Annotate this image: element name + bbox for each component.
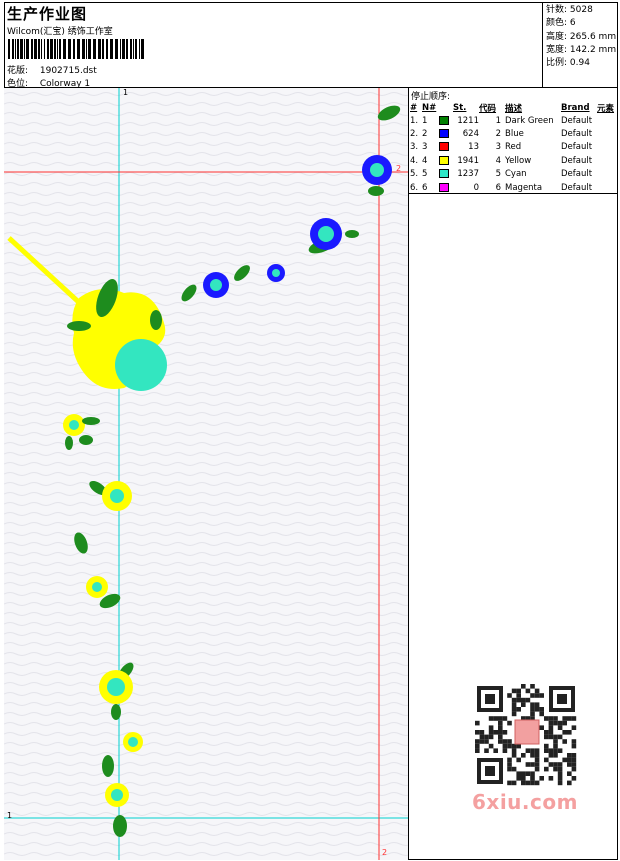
color-swatch <box>439 169 449 179</box>
leaf <box>150 310 162 330</box>
header: 生产作业图 Wilcom(汇宝) 绣饰工作室 花版: 1902715.dst 色… <box>4 2 618 89</box>
leaf <box>368 186 384 196</box>
qr-code <box>471 680 581 790</box>
design-file-line: 花版: 1902715.dst <box>7 63 97 76</box>
table-row: 4. 4 1941 4 Yellow Default <box>410 155 593 166</box>
leaf <box>345 230 359 238</box>
table-row: 1. 1 1211 1 Dark Green Default <box>410 115 593 126</box>
stat-stitches: 针数: 5028 <box>546 5 593 15</box>
stat-height: 高度: 265.6 mm <box>546 31 617 42</box>
qr-logo <box>514 719 540 745</box>
table-row: 5. 5 1237 5 Cyan Default <box>410 169 593 180</box>
design-file-value: 1902715.dst <box>39 66 97 76</box>
leaf <box>111 704 121 720</box>
table-row: 6. 6 0 6 Magenta Default <box>410 182 593 193</box>
color-swatch <box>439 142 449 152</box>
stat-scale: 比例: 0.94 <box>546 58 590 69</box>
page-title: 生产作业图 <box>7 5 88 23</box>
leaf <box>113 815 127 837</box>
leaf <box>65 436 73 450</box>
stop-sequence-title: 停止顺序: <box>411 92 451 102</box>
color-swatch <box>439 115 449 125</box>
design-canvas <box>4 88 408 860</box>
table-header-row: # N# St. 代码 描述 Brand 元素 <box>410 103 615 114</box>
color-swatch <box>439 155 449 165</box>
guide-label-v1: 1 <box>123 88 129 97</box>
guide-label-h2: 2 <box>396 164 402 173</box>
color-swatch <box>439 129 449 139</box>
table-row: 3. 3 13 3 Red Default <box>410 142 593 153</box>
company-name: Wilcom(汇宝) 绣饰工作室 <box>7 27 113 37</box>
barcode <box>8 39 144 59</box>
embroidery-design-preview: 1 1 2 2 <box>4 88 409 860</box>
leaf <box>102 755 114 777</box>
stat-width: 宽度: 142.2 mm <box>546 44 617 55</box>
table-row: 2. 2 624 2 Blue Default <box>410 129 593 140</box>
guide-label-v2: 2 <box>382 848 388 857</box>
leaf <box>79 435 93 445</box>
leaf <box>67 321 91 331</box>
large-cyan-flower <box>115 339 167 391</box>
design-file-label: 花版: <box>7 66 29 76</box>
leaf <box>82 417 100 425</box>
watermark: 6xiu.com <box>472 790 578 814</box>
stat-colors: 颜色: 6 <box>546 18 576 29</box>
stop-sequence-table: # N# St. 代码 描述 Brand 元素 1. 1 1211 1 Dark Gre… <box>410 102 618 194</box>
guide-label-h1: 1 <box>7 811 13 820</box>
color-swatch <box>439 182 449 192</box>
stats-box: 针数: 5028 颜色: 6 高度: 265.6 mm 宽度: 142.2 mm… <box>542 2 618 88</box>
